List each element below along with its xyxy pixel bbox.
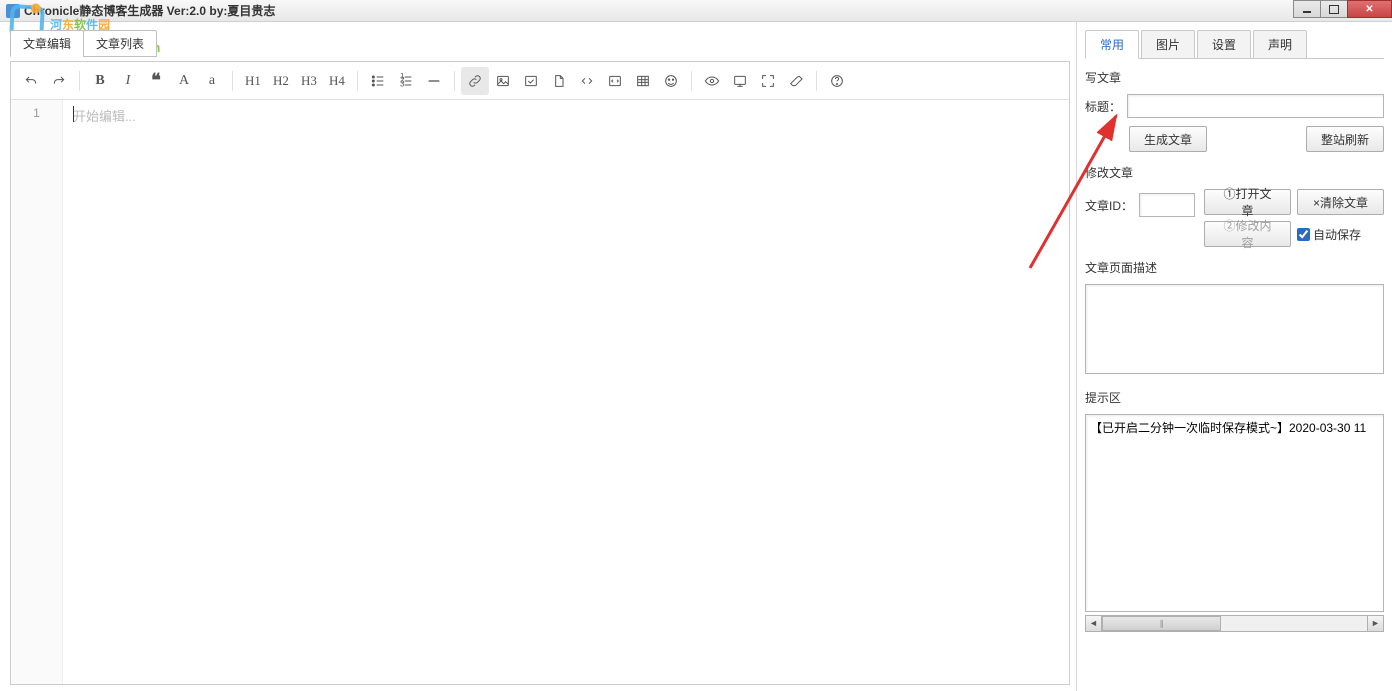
tips-scrollbar[interactable]: ◄ ► — [1085, 614, 1384, 632]
eraser-icon[interactable] — [782, 67, 810, 95]
tab-edit-article[interactable]: 文章编辑 — [10, 30, 84, 57]
ul-icon[interactable] — [364, 67, 392, 95]
open-article-button[interactable]: ①打开文章 — [1204, 189, 1291, 215]
autosave-checkbox[interactable]: 自动保存 — [1297, 221, 1384, 247]
lowercase-a-icon[interactable]: a — [198, 67, 226, 95]
fullscreen-icon[interactable] — [754, 67, 782, 95]
h2-button[interactable]: H2 — [267, 67, 295, 95]
tab-common[interactable]: 常用 — [1085, 30, 1139, 59]
site-refresh-button[interactable]: 整站刷新 — [1306, 126, 1384, 152]
clear-article-button[interactable]: ×清除文章 — [1297, 189, 1384, 215]
h3-button[interactable]: H3 — [295, 67, 323, 95]
tab-settings[interactable]: 设置 — [1197, 30, 1251, 58]
window-title: Chronicle静态博客生成器 Ver:2.0 by:夏目贵志 — [24, 2, 275, 19]
codeblock-icon[interactable] — [601, 67, 629, 95]
font-a-icon[interactable]: A — [170, 67, 198, 95]
tips-box: 【已开启二分钟一次临时保存模式~】2020-03-30 11 — [1085, 414, 1384, 612]
article-id-label: 文章ID： — [1085, 197, 1133, 214]
h1-button[interactable]: H1 — [239, 67, 267, 95]
scroll-track[interactable] — [1102, 615, 1367, 632]
ol-icon[interactable]: 123 — [392, 67, 420, 95]
bold-icon[interactable]: B — [86, 67, 114, 95]
desc-section: 文章页面描述 — [1085, 259, 1384, 377]
article-id-input[interactable] — [1139, 193, 1195, 217]
description-textarea[interactable] — [1085, 284, 1384, 374]
tips-section: 提示区 【已开启二分钟一次临时保存模式~】2020-03-30 11 ◄ ► — [1085, 389, 1384, 632]
redo-icon[interactable] — [45, 67, 73, 95]
scroll-right-icon[interactable]: ► — [1367, 615, 1384, 632]
h4-button[interactable]: H4 — [323, 67, 351, 95]
undo-icon[interactable] — [17, 67, 45, 95]
maximize-button[interactable] — [1320, 0, 1348, 18]
emoji-icon[interactable] — [657, 67, 685, 95]
modify-section: 修改文章 文章ID： ①打开文章 ×清除文章 ②修改内容 自动保存 — [1085, 164, 1384, 247]
ref-image-icon[interactable] — [517, 67, 545, 95]
scroll-thumb[interactable] — [1102, 616, 1221, 631]
autosave-checkbox-input[interactable] — [1297, 228, 1310, 241]
window-controls — [1294, 0, 1392, 18]
scroll-left-icon[interactable]: ◄ — [1085, 615, 1102, 632]
title-input[interactable] — [1127, 94, 1384, 118]
tab-statement[interactable]: 声明 — [1253, 30, 1307, 58]
hr-icon[interactable] — [420, 67, 448, 95]
image-icon[interactable] — [489, 67, 517, 95]
file-icon[interactable] — [545, 67, 573, 95]
write-section: 写文章 标题： 生成文章 整站刷新 — [1085, 69, 1384, 152]
eye-icon[interactable] — [698, 67, 726, 95]
link-icon[interactable] — [461, 67, 489, 95]
title-label: 标题： — [1085, 98, 1121, 115]
table-icon[interactable] — [629, 67, 657, 95]
help-icon[interactable] — [823, 67, 851, 95]
code-icon[interactable] — [573, 67, 601, 95]
edit-content-button[interactable]: ②修改内容 — [1204, 221, 1291, 247]
editor-tabs: 文章编辑 文章列表 — [10, 30, 1070, 57]
window-titlebar: Chronicle静态博客生成器 Ver:2.0 by:夏目贵志 — [0, 0, 1392, 22]
tab-image[interactable]: 图片 — [1141, 30, 1195, 58]
minimize-button[interactable] — [1293, 0, 1321, 18]
tab-article-list[interactable]: 文章列表 — [83, 30, 157, 57]
preview-icon[interactable] — [726, 67, 754, 95]
line-gutter: 1 — [11, 100, 63, 684]
generate-article-button[interactable]: 生成文章 — [1129, 126, 1207, 152]
close-button[interactable] — [1347, 0, 1392, 18]
italic-icon[interactable]: I — [114, 67, 142, 95]
side-tabs: 常用 图片 设置 声明 — [1085, 30, 1384, 59]
svg-text:3: 3 — [400, 79, 405, 88]
quote-icon[interactable]: ❝ — [142, 67, 170, 95]
editor-textarea[interactable]: 开始编辑... — [63, 100, 1069, 684]
editor-frame: B I ❝ A a H1 H2 H3 H4 123 — [10, 61, 1070, 685]
app-icon — [6, 4, 20, 18]
editor-toolbar: B I ❝ A a H1 H2 H3 H4 123 — [11, 62, 1069, 100]
